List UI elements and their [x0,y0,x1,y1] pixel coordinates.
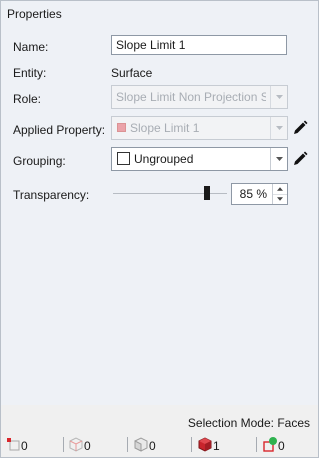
group-icon [262,436,278,452]
divider [63,437,64,452]
edge-count-value: 0 [84,439,91,453]
transparency-label: Transparency: [13,188,90,202]
applied-property-label: Applied Property: [13,123,106,137]
grouping-label: Grouping: [13,154,66,168]
grouping-value: Ungrouped [134,152,194,166]
face-count-value: 0 [149,439,156,453]
transparency-spinbox[interactable]: 85 % [231,183,288,205]
ungrouped-checkbox[interactable] [117,152,130,165]
edit-grouping-pencil-icon[interactable] [292,151,308,167]
status-bar: Selection Mode: Faces 0 0 0 1 0 [1,405,318,457]
chevron-down-icon [270,117,287,139]
spin-down-arrow-icon[interactable] [273,194,287,204]
chevron-down-icon [270,86,287,108]
applied-property-value: Slope Limit 1 [130,121,200,135]
applied-property-dropdown[interactable]: Slope Limit 1 [111,116,288,140]
panel-title: Properties [7,7,62,21]
property-color-swatch [117,123,126,132]
entity-value: Surface [111,66,153,80]
selection-mode-value: Faces [277,416,310,430]
properties-panel: Properties Name: Slope Limit 1 Entity: S… [0,0,319,458]
entity-label: Entity: [13,66,47,80]
face-icon [133,436,149,452]
vertex-icon [5,436,21,452]
divider [127,437,128,452]
divider [191,437,192,452]
grouping-dropdown[interactable]: Ungrouped [111,147,288,171]
group-count-value: 0 [278,439,285,453]
role-value: Slope Limit Non Projection Surface [116,90,266,104]
name-field[interactable]: Slope Limit 1 [111,35,287,55]
solid-icon [197,436,213,452]
role-dropdown[interactable]: Slope Limit Non Projection Surface [111,85,288,109]
selection-mode: Selection Mode: Faces [188,416,310,430]
edit-property-pencil-icon[interactable] [292,120,308,136]
selection-mode-label: Selection Mode: [187,416,274,430]
name-label: Name: [13,40,49,54]
divider [256,437,257,452]
solid-count-value: 1 [213,439,220,453]
transparency-value: 85 % [239,187,267,201]
role-label: Role: [13,92,42,106]
chevron-down-icon [270,148,287,170]
edge-icon [68,436,84,452]
transparency-slider-thumb[interactable] [204,186,210,200]
vertex-count-value: 0 [21,439,28,453]
